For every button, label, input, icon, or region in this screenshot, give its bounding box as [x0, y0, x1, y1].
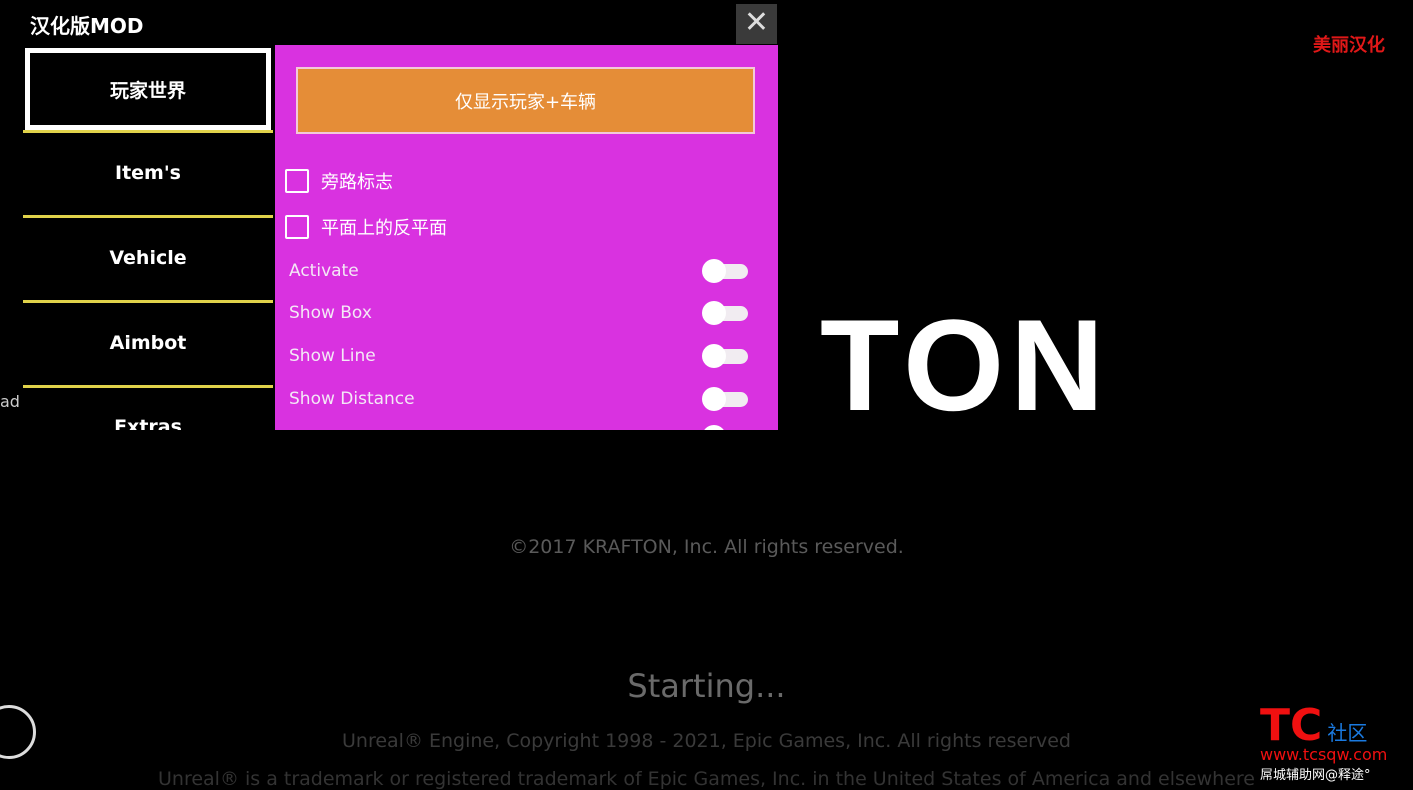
checkbox-anti-plane[interactable]: 平面上的反平面	[285, 214, 447, 240]
watermark-brand: TC	[1260, 700, 1323, 751]
checkbox-icon	[285, 169, 309, 193]
settings-panel: 仅显示玩家+车辆 旁路标志 平面上的反平面 Activate Show Box …	[275, 45, 778, 430]
tab-player-world[interactable]: 玩家世界	[25, 48, 271, 130]
side-text: ad	[0, 392, 20, 411]
toggle-row-show-line: Show Line	[289, 344, 750, 368]
watermark-url: www.tcsqw.com	[1260, 745, 1388, 764]
toggle-row-show-distance: Show Distance	[289, 387, 750, 411]
mod-menu: 玩家世界 Item's Vehicle Aimbot Extras 仅显示玩家+…	[23, 45, 778, 430]
trademark-text: Unreal® is a trademark or registered tra…	[158, 768, 1255, 790]
checkbox-icon	[285, 215, 309, 239]
sidebar: 玩家世界 Item's Vehicle Aimbot Extras	[23, 45, 273, 430]
toggle-switch[interactable]	[702, 301, 750, 325]
status-text: Starting...	[627, 667, 786, 705]
close-button[interactable]: ✕	[736, 4, 777, 44]
toggle-row-show-box: Show Box	[289, 301, 750, 325]
watermark-suffix: 社区	[1327, 721, 1368, 745]
checkbox-label: 平面上的反平面	[321, 218, 447, 239]
watermark-caption: 屌城辅助网@释途°	[1260, 768, 1371, 783]
toggle-row-activate: Activate	[289, 259, 750, 283]
tab-items[interactable]: Item's	[23, 130, 273, 212]
watermark: TC 社区 www.tcsqw.com 屌城辅助网@释途°	[1260, 700, 1410, 783]
toggle-label: Show Distance	[289, 389, 415, 409]
brand-tag: 美丽汉化	[1313, 35, 1385, 56]
checkbox-label: 旁路标志	[321, 172, 393, 193]
tab-extras[interactable]: Extras	[23, 385, 273, 430]
tab-vehicle[interactable]: Vehicle	[23, 215, 273, 297]
toggle-label: Show Box	[289, 303, 372, 323]
copyright-text: ©2017 KRAFTON, Inc. All rights reserved.	[509, 536, 904, 558]
toggle-label: Show Line	[289, 346, 376, 366]
toggle-switch[interactable]	[702, 387, 750, 411]
toggle-switch[interactable]	[702, 344, 750, 368]
toggle-switch[interactable]	[702, 425, 750, 430]
krafton-logo: TON	[820, 292, 1111, 438]
engine-copyright: Unreal® Engine, Copyright 1998 - 2021, E…	[342, 730, 1071, 752]
close-icon: ✕	[743, 5, 770, 40]
show-players-vehicles-button[interactable]: 仅显示玩家+车辆	[296, 67, 755, 134]
toggle-label: Activate	[289, 261, 359, 281]
tab-aimbot[interactable]: Aimbot	[23, 300, 273, 382]
toggle-switch[interactable]	[702, 259, 750, 283]
window-title: 汉化版MOD	[30, 14, 144, 38]
checkbox-bypass[interactable]: 旁路标志	[285, 168, 393, 194]
toggle-row-partial	[289, 425, 750, 430]
